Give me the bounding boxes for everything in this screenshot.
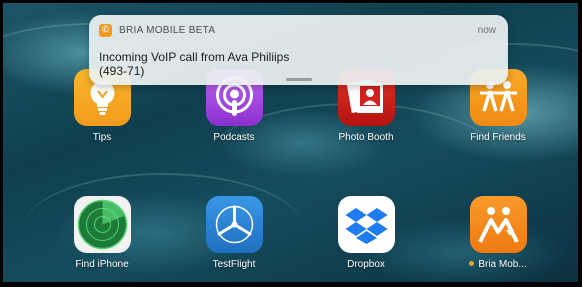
app-label-podcasts: Podcasts [213,132,255,143]
testflight-icon [205,196,263,253]
notification-grabber[interactable] [286,78,312,81]
update-dot-icon [469,261,475,266]
bria-mobile-icon [469,196,527,253]
notification-title: Incoming VoIP call from Ava Philiips [99,50,290,64]
app-label-bria-mobile: Bria Mob... [448,259,548,270]
app-label-photo-booth: Photo Booth [338,132,394,143]
app-label-find-iphone: Find iPhone [75,259,129,270]
notification-header: ✆ BRIA MOBILE BETA now [99,24,496,38]
app-label-find-friends: Find Friends [470,132,526,143]
find-iphone-radar-icon [73,196,131,253]
notification-app-name: BRIA MOBILE BETA [119,25,216,36]
notification-subtitle: (493-71) [99,64,145,78]
app-label-testflight: TestFlight [212,259,256,270]
app-find-iphone[interactable]: Find iPhone [52,196,152,270]
app-label-dropbox: Dropbox [347,259,385,270]
app-testflight[interactable]: TestFlight [184,196,284,270]
dropbox-icon [337,196,395,253]
bria-app-badge-icon: ✆ [99,24,112,37]
app-bria-mobile[interactable]: Bria Mob... [448,196,548,270]
notification-time: now [477,25,496,36]
app-dropbox[interactable]: Dropbox [316,196,416,270]
app-label-bria-mobile-text: Bria Mob... [478,259,527,270]
notification-banner[interactable]: ✆ BRIA MOBILE BETA now Incoming VoIP cal… [89,15,508,85]
home-screen: Tips Podcasts Photo Booth Find Friends F… [3,3,578,282]
app-label-tips: Tips [92,132,112,143]
